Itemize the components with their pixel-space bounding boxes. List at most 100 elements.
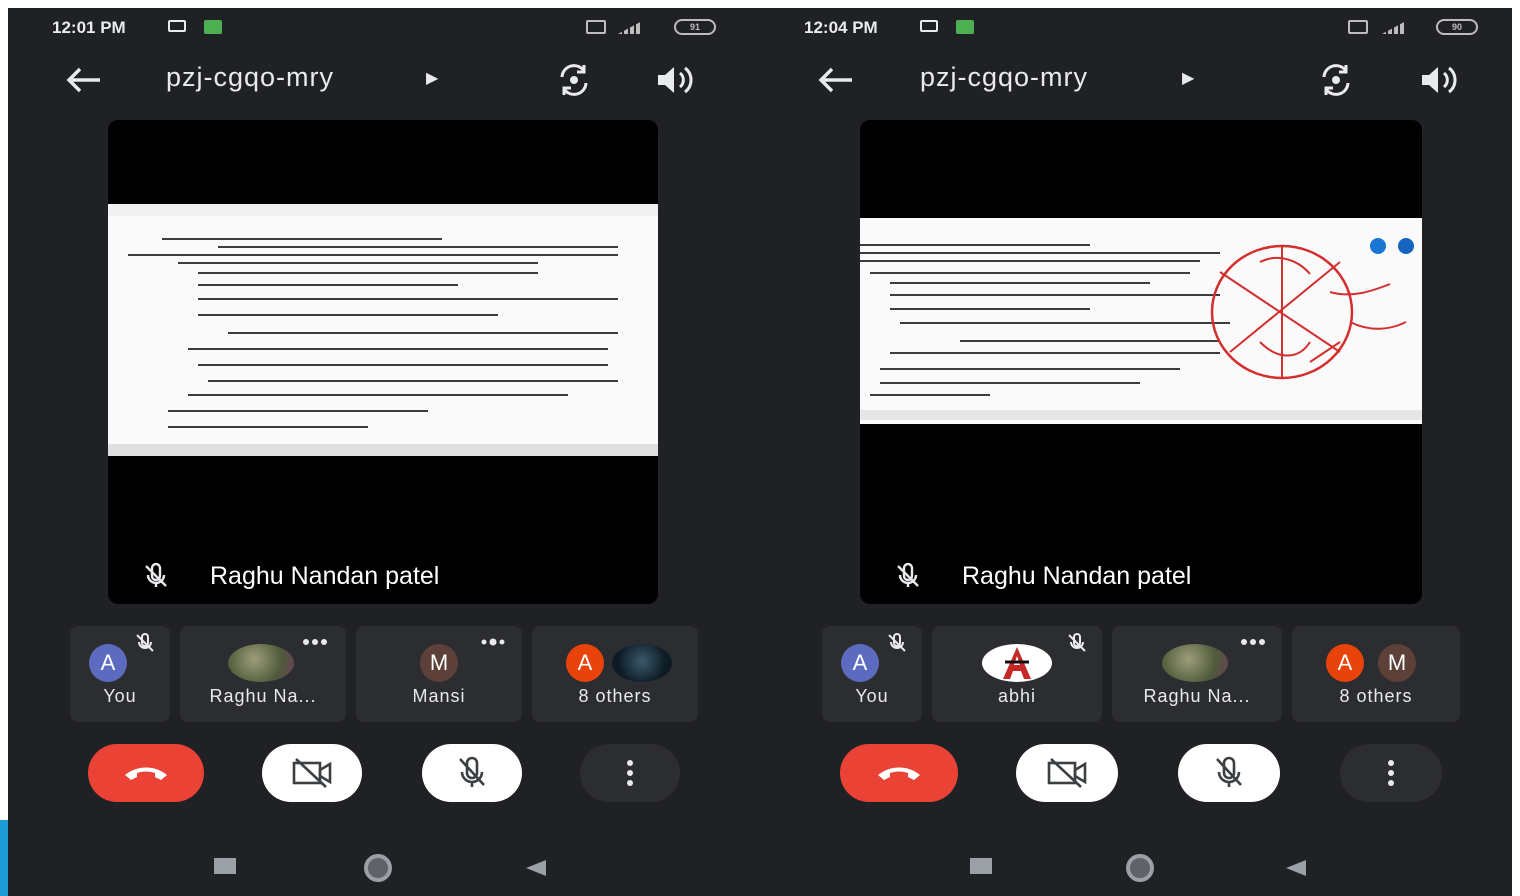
- signal-icon: [1382, 20, 1408, 34]
- phone-hangup-icon: [125, 767, 167, 780]
- switch-camera-button[interactable]: [552, 58, 596, 102]
- triangle-right-icon[interactable]: ▶: [426, 68, 438, 88]
- participant-tile-abhi[interactable]: abhi: [932, 626, 1102, 722]
- battery-icon: 91: [674, 19, 716, 35]
- nav-triangle-icon: [1286, 860, 1306, 876]
- more-options-button[interactable]: [580, 744, 680, 802]
- mic-off-icon: [136, 633, 154, 652]
- mic-toggle-button[interactable]: [422, 744, 522, 802]
- system-navigation-bar: [8, 854, 760, 884]
- main-tile-footer: Raghu Nandan patel: [108, 552, 658, 604]
- main-video-tile[interactable]: Raghu Nandan patel: [860, 120, 1422, 604]
- sim-icon: [1348, 20, 1368, 34]
- more-vertical-icon: [1388, 760, 1394, 786]
- camera-off-icon: [1047, 758, 1087, 788]
- nav-square-icon: [214, 858, 236, 874]
- speaker-icon: [1422, 66, 1457, 94]
- speaking-dots-icon: [1241, 639, 1265, 645]
- message-status-icon: [956, 20, 974, 34]
- main-tile-name: Raghu Nandan patel: [962, 562, 1192, 590]
- nav-circle-icon: [1126, 854, 1154, 882]
- mic-toggle-button[interactable]: [1178, 744, 1280, 802]
- participant-tile-you[interactable]: A You: [70, 626, 170, 722]
- participant-tile-you[interactable]: A You: [822, 626, 922, 722]
- participant-name: 8 others: [578, 686, 652, 706]
- speaker-button[interactable]: [652, 58, 696, 102]
- switch-camera-icon: [1322, 64, 1350, 96]
- sim-icon: [586, 20, 606, 34]
- end-call-button[interactable]: [88, 744, 204, 802]
- end-call-button[interactable]: [840, 744, 958, 802]
- signal-icon: [618, 20, 644, 34]
- mic-off-icon: [1068, 633, 1086, 652]
- nav-recents-button[interactable]: [970, 858, 992, 874]
- main-video-tile[interactable]: Raghu Nandan patel: [108, 120, 658, 604]
- avatar-logo: [982, 644, 1052, 682]
- camera-toggle-button[interactable]: [1016, 744, 1118, 802]
- participant-name: You: [855, 686, 889, 706]
- avatar: A: [89, 644, 127, 682]
- status-bar: 12:01 PM 91: [8, 8, 760, 48]
- message-status-icon: [204, 20, 222, 34]
- shared-document-slide: [108, 204, 658, 456]
- arrow-left-icon: [818, 67, 852, 93]
- participant-name: abhi: [997, 686, 1037, 706]
- nav-back-button[interactable]: [524, 858, 548, 878]
- switch-camera-icon: [560, 64, 588, 96]
- nav-home-button[interactable]: [364, 854, 392, 882]
- back-button[interactable]: [814, 58, 858, 102]
- status-bar: 12:04 PM 90: [760, 8, 1512, 48]
- avatar: M: [1378, 644, 1416, 682]
- call-controls: [8, 744, 760, 808]
- triangle-right-icon[interactable]: ▶: [1182, 68, 1194, 88]
- participant-tile-mansi[interactable]: M Mansi: [356, 626, 522, 722]
- avatar: M: [420, 644, 458, 682]
- logo-icon: [1003, 647, 1031, 679]
- participant-tile-raghu[interactable]: Raghu Na...: [180, 626, 346, 722]
- main-tile-name: Raghu Nandan patel: [210, 562, 440, 590]
- meeting-top-bar: pzj-cgqo-mry ▶: [760, 52, 1512, 108]
- system-navigation-bar: [760, 854, 1512, 884]
- avatar-photo: [1162, 644, 1228, 682]
- participant-name: Mansi: [412, 686, 466, 706]
- switch-camera-button[interactable]: [1314, 58, 1358, 102]
- main-tile-footer: Raghu Nandan patel: [860, 552, 1422, 604]
- more-options-button[interactable]: [1340, 744, 1442, 802]
- avatar: A: [1326, 644, 1364, 682]
- status-time: 12:01 PM: [52, 18, 126, 37]
- camera-toggle-button[interactable]: [262, 744, 362, 802]
- mic-off-icon: [1216, 756, 1242, 787]
- avatar-photo: [228, 644, 294, 682]
- nav-home-button[interactable]: [1126, 854, 1154, 882]
- mic-off-icon: [145, 562, 167, 587]
- mic-off-icon: [888, 633, 906, 652]
- speaker-icon: [658, 66, 693, 94]
- participant-tile-others[interactable]: A 8 others: [532, 626, 698, 722]
- phone-screen-right: 12:04 PM 90 pzj-cgqo-mry ▶ Raghu Nandan …: [760, 8, 1512, 896]
- mic-off-icon: [459, 756, 485, 787]
- speaking-dots-icon: [303, 639, 327, 645]
- participant-tile-raghu[interactable]: Raghu Na...: [1112, 626, 1282, 722]
- meeting-code[interactable]: pzj-cgqo-mry: [920, 62, 1088, 93]
- phone-screen-left: 12:01 PM 91 pzj-cgqo-mry ▶ Raghu Nandan …: [8, 8, 760, 896]
- meeting-code[interactable]: pzj-cgqo-mry: [166, 62, 334, 93]
- nav-circle-icon: [364, 854, 392, 882]
- back-button[interactable]: [62, 58, 106, 102]
- nav-back-button[interactable]: [1284, 858, 1308, 878]
- arrow-left-icon: [66, 67, 100, 93]
- status-time: 12:04 PM: [804, 18, 878, 37]
- participant-strip: A You abhi Raghu Na... A M 8 others: [822, 626, 1460, 722]
- cast-status-icon: [168, 20, 186, 32]
- camera-off-icon: [292, 758, 332, 788]
- participant-tile-others[interactable]: A M 8 others: [1292, 626, 1460, 722]
- nav-recents-button[interactable]: [214, 858, 236, 874]
- battery-icon: 90: [1436, 19, 1478, 35]
- participant-name: Raghu Na...: [209, 686, 317, 706]
- nav-square-icon: [970, 858, 992, 874]
- speaking-dots-icon: [481, 638, 505, 646]
- participant-strip: A You Raghu Na... M Mansi A 8 others: [70, 626, 698, 722]
- speaker-button[interactable]: [1416, 58, 1460, 102]
- handwritten-annotation: [1210, 238, 1414, 380]
- phone-hangup-icon: [878, 767, 920, 780]
- shared-document-slide: [860, 218, 1422, 424]
